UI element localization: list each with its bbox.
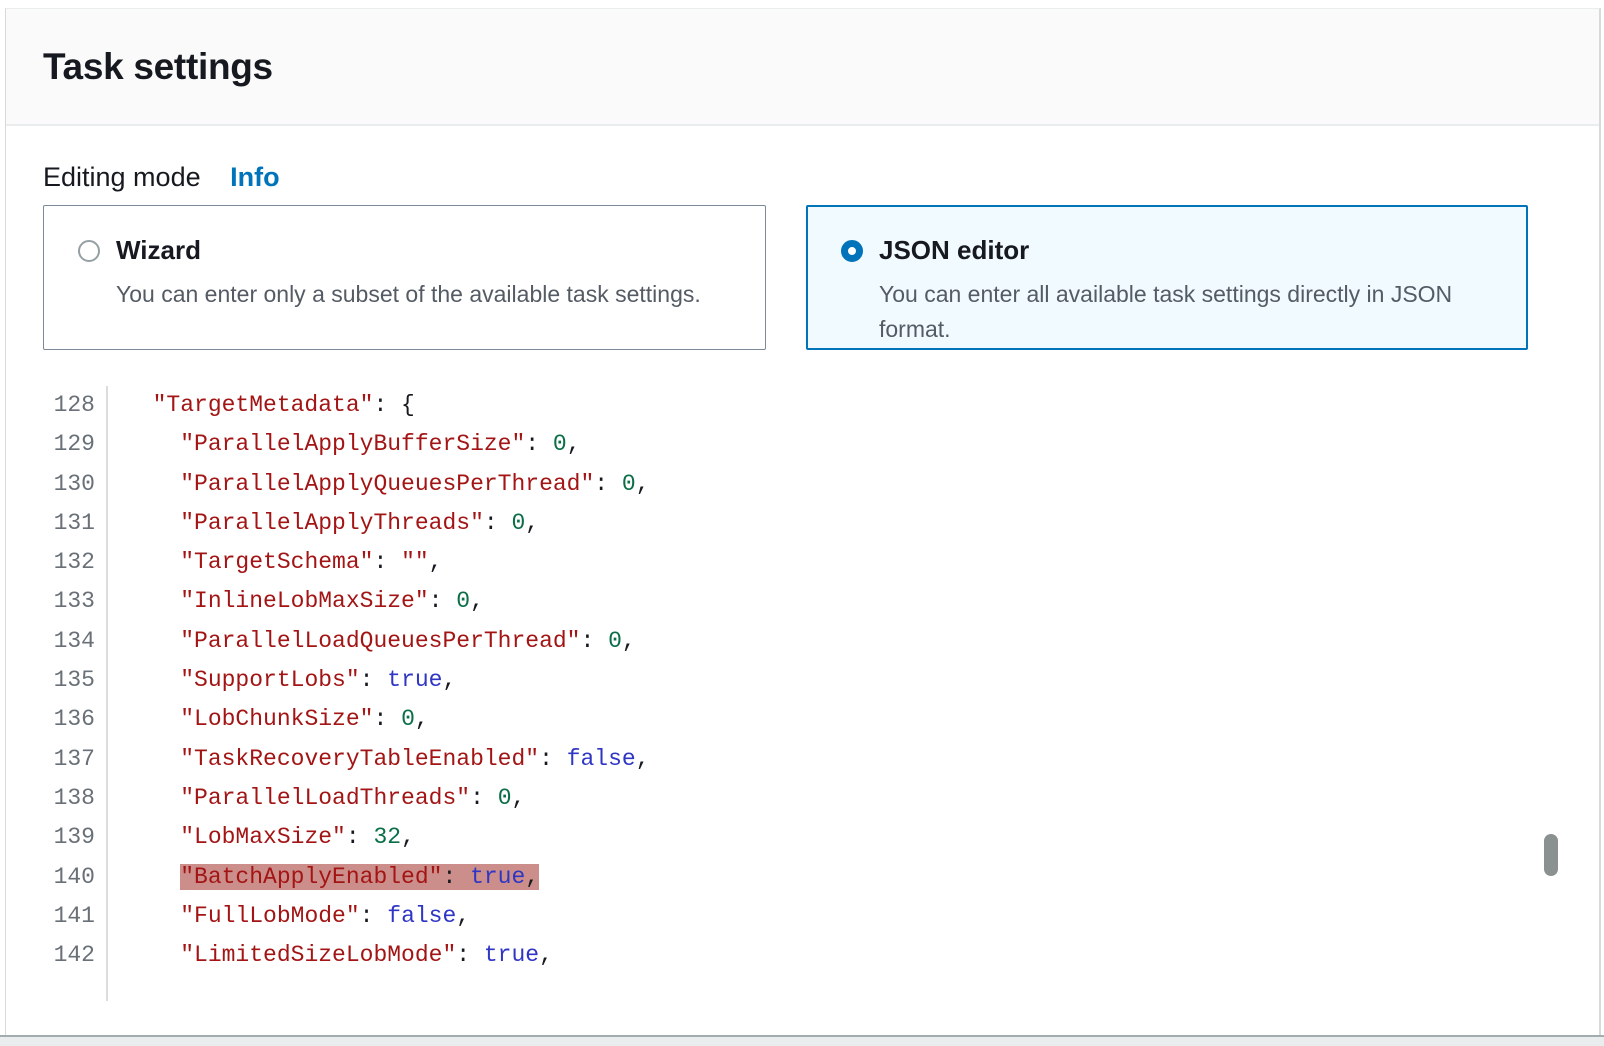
code-line[interactable]: 129 "ParallelApplyBufferSize": 0,	[43, 425, 1599, 464]
code-text: "TargetSchema": "",	[108, 543, 442, 582]
wizard-radio[interactable]	[78, 240, 100, 262]
line-number	[43, 975, 108, 1001]
tile-json-editor-description: You can enter all available task setting…	[879, 277, 1484, 347]
code-line[interactable]: 133 "InlineLobMaxSize": 0,	[43, 582, 1599, 621]
code-text: "TargetMetadata": {	[108, 386, 415, 425]
panel-header: Task settings	[6, 9, 1599, 126]
line-number: 132	[43, 543, 108, 582]
code-line[interactable]: 134 "ParallelLoadQueuesPerThread": 0,	[43, 622, 1599, 661]
code-line-empty	[43, 975, 1599, 1001]
tile-wizard-label: Wizard	[116, 235, 201, 266]
line-number: 140	[43, 858, 108, 897]
line-number: 129	[43, 425, 108, 464]
code-line[interactable]: 139 "LobMaxSize": 32,	[43, 818, 1599, 857]
editing-mode-tiles: Wizard You can enter only a subset of th…	[43, 205, 1599, 350]
code-line[interactable]: 131 "ParallelApplyThreads": 0,	[43, 504, 1599, 543]
line-number: 134	[43, 622, 108, 661]
bottom-strip	[0, 1037, 1604, 1046]
code-line[interactable]: 128 "TargetMetadata": {	[43, 386, 1599, 425]
line-number: 138	[43, 779, 108, 818]
code-text: "LobMaxSize": 32,	[108, 818, 415, 857]
code-text: "TaskRecoveryTableEnabled": false,	[108, 740, 650, 779]
task-settings-panel: Task settings Editing mode Info Wizard Y…	[5, 8, 1601, 1046]
line-number: 128	[43, 386, 108, 425]
code-lines: 128 "TargetMetadata": {129 "ParallelAppl…	[43, 386, 1599, 1001]
code-line[interactable]: 135 "SupportLobs": true,	[43, 661, 1599, 700]
editing-mode-label: Editing mode	[43, 162, 201, 192]
code-text: "FullLobMode": false,	[108, 897, 470, 936]
code-line[interactable]: 137 "TaskRecoveryTableEnabled": false,	[43, 740, 1599, 779]
code-text: "LobChunkSize": 0,	[108, 700, 429, 739]
vertical-scrollbar-thumb[interactable]	[1544, 834, 1558, 876]
code-line[interactable]: 138 "ParallelLoadThreads": 0,	[43, 779, 1599, 818]
code-text: "ParallelApplyBufferSize": 0,	[108, 425, 581, 464]
code-text: "LimitedSizeLobMode": true,	[108, 936, 553, 975]
code-text: "ParallelLoadQueuesPerThread": 0,	[108, 622, 636, 661]
tile-wizard-description: You can enter only a subset of the avail…	[116, 277, 741, 312]
code-text: "ParallelApplyThreads": 0,	[108, 504, 539, 543]
code-line[interactable]: 136 "LobChunkSize": 0,	[43, 700, 1599, 739]
code-line[interactable]: 130 "ParallelApplyQueuesPerThread": 0,	[43, 465, 1599, 504]
tile-json-editor[interactable]: JSON editor You can enter all available …	[806, 205, 1528, 350]
tile-wizard[interactable]: Wizard You can enter only a subset of th…	[43, 205, 766, 350]
tile-json-editor-label: JSON editor	[879, 235, 1029, 266]
tile-wizard-head: Wizard	[78, 235, 741, 266]
code-line[interactable]: 132 "TargetSchema": "",	[43, 543, 1599, 582]
tile-json-editor-head: JSON editor	[841, 235, 1502, 266]
code-text: "SupportLobs": true,	[108, 661, 456, 700]
code-text: "InlineLobMaxSize": 0,	[108, 582, 484, 621]
page-title: Task settings	[43, 46, 273, 88]
code-text: "BatchApplyEnabled": true,	[108, 858, 539, 897]
line-number: 141	[43, 897, 108, 936]
code-line[interactable]: 142 "LimitedSizeLobMode": true,	[43, 936, 1599, 975]
line-number: 130	[43, 465, 108, 504]
editing-mode-row: Editing mode Info	[43, 162, 1599, 192]
code-line[interactable]: 140 "BatchApplyEnabled": true,	[43, 858, 1599, 897]
line-number: 131	[43, 504, 108, 543]
info-link[interactable]: Info	[230, 162, 279, 192]
line-number: 142	[43, 936, 108, 975]
code-text: "ParallelLoadThreads": 0,	[108, 779, 525, 818]
code-text: "ParallelApplyQueuesPerThread": 0,	[108, 465, 650, 504]
json-editor-radio[interactable]	[841, 240, 863, 262]
highlighted-code: "BatchApplyEnabled": true,	[180, 864, 539, 890]
code-line[interactable]: 141 "FullLobMode": false,	[43, 897, 1599, 936]
line-number: 137	[43, 740, 108, 779]
line-number: 136	[43, 700, 108, 739]
panel-content: Editing mode Info Wizard You can enter o…	[6, 162, 1599, 1001]
line-number: 135	[43, 661, 108, 700]
line-number: 139	[43, 818, 108, 857]
json-code-editor[interactable]: 128 "TargetMetadata": {129 "ParallelAppl…	[43, 386, 1599, 1001]
line-number: 133	[43, 582, 108, 621]
